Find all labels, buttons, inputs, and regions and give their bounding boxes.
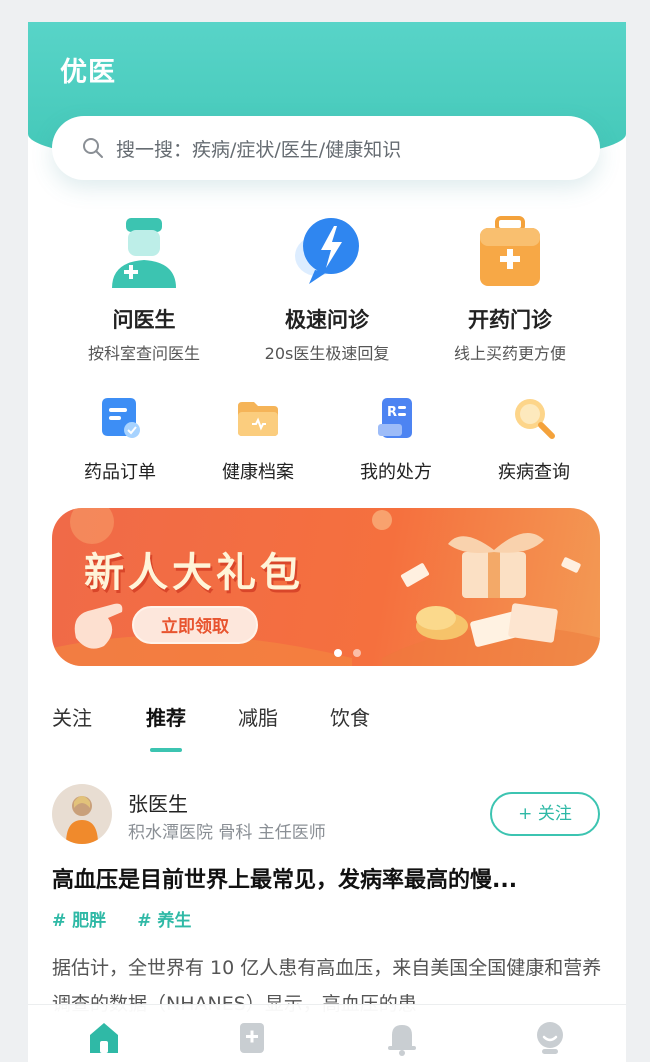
app-title: 优医	[60, 57, 116, 88]
tool-grid: 药品订单 健康档案 R 我的处方 疾病查询	[28, 394, 626, 484]
post-tags: # 肥胖 # 养生	[52, 906, 217, 931]
banner-title: 新人大礼包	[84, 550, 304, 596]
search-icon	[83, 138, 103, 158]
home-icon[interactable]	[84, 1017, 124, 1057]
lightning-chat-icon	[295, 218, 359, 284]
follow-button[interactable]: + 关注	[490, 792, 600, 836]
tool-health-records[interactable]: 健康档案	[188, 394, 328, 484]
claim-button[interactable]: 立即领取	[132, 606, 258, 644]
post-tag[interactable]: # 养生	[137, 906, 191, 931]
tool-label: 疾病查询	[498, 462, 570, 483]
search-input[interactable]: 搜一搜：疾病/症状/医生/健康知识	[52, 116, 600, 180]
service-subtitle: 按科室查问医生	[87, 344, 200, 363]
magnifier-icon	[515, 399, 555, 439]
feed-tabs: 关注 推荐 减脂 饮食	[52, 702, 452, 762]
article-icon[interactable]	[232, 1017, 272, 1057]
bottom-navigation	[28, 1004, 626, 1062]
tab-fat-loss[interactable]: 减脂	[238, 702, 278, 731]
post-tag[interactable]: # 肥胖	[52, 906, 106, 931]
doctor-info: 积水潭医院 骨科 主任医师	[128, 823, 326, 843]
post-title[interactable]: 高血压是目前世界上最常见，发病率最高的慢...	[52, 862, 612, 894]
carousel-dot[interactable]	[353, 649, 362, 657]
doctor-name[interactable]: 张医生	[128, 788, 188, 817]
service-title: 极速问诊	[285, 308, 369, 332]
tab-recommended[interactable]: 推荐	[146, 702, 186, 731]
tool-drug-orders[interactable]: 药品订单	[50, 394, 190, 484]
doctor-icon	[112, 218, 176, 288]
user-icon[interactable]	[530, 1017, 570, 1057]
medical-kit-icon	[480, 216, 540, 286]
service-quick-consult[interactable]: 极速问诊 20s医生极速回复	[237, 212, 417, 364]
active-tab-indicator	[150, 748, 182, 752]
phone-screen: 优医 搜一搜：疾病/症状/医生/健康知识 问医生 按科室查问医生 极速问诊 20…	[28, 22, 626, 1062]
service-ask-doctor[interactable]: 问医生 按科室查问医生	[54, 212, 234, 364]
prescription-icon: R	[378, 398, 412, 438]
service-prescription-clinic[interactable]: 开药门诊 线上买药更方便	[420, 212, 600, 364]
tool-label: 我的处方	[360, 462, 432, 483]
service-title: 问医生	[112, 308, 176, 332]
tool-label: 药品订单	[84, 462, 156, 483]
service-subtitle: 线上买药更方便	[453, 344, 566, 363]
carousel-dot-active[interactable]	[334, 649, 342, 657]
service-grid: 问医生 按科室查问医生 极速问诊 20s医生极速回复 开药门诊 线上买药更方便	[28, 212, 626, 364]
search-placeholder: 搜一搜：疾病/症状/医生/健康知识	[116, 138, 402, 161]
promo-banner[interactable]: 新人大礼包 立即领取	[52, 508, 600, 666]
doctor-avatar[interactable]	[52, 784, 112, 844]
svg-text:R: R	[387, 405, 397, 420]
carousel-indicator	[334, 642, 367, 661]
folder-icon	[238, 402, 278, 436]
tab-diet[interactable]: 饮食	[330, 702, 370, 731]
bell-icon[interactable]	[382, 1017, 422, 1057]
tab-following[interactable]: 关注	[52, 702, 92, 731]
tool-label: 健康档案	[222, 462, 294, 483]
tool-disease-lookup[interactable]: 疾病查询	[464, 394, 604, 484]
order-icon	[102, 398, 140, 438]
service-subtitle: 20s医生极速回复	[264, 344, 390, 363]
service-title: 开药门诊	[468, 308, 552, 332]
tool-my-prescriptions[interactable]: R 我的处方	[326, 394, 466, 484]
